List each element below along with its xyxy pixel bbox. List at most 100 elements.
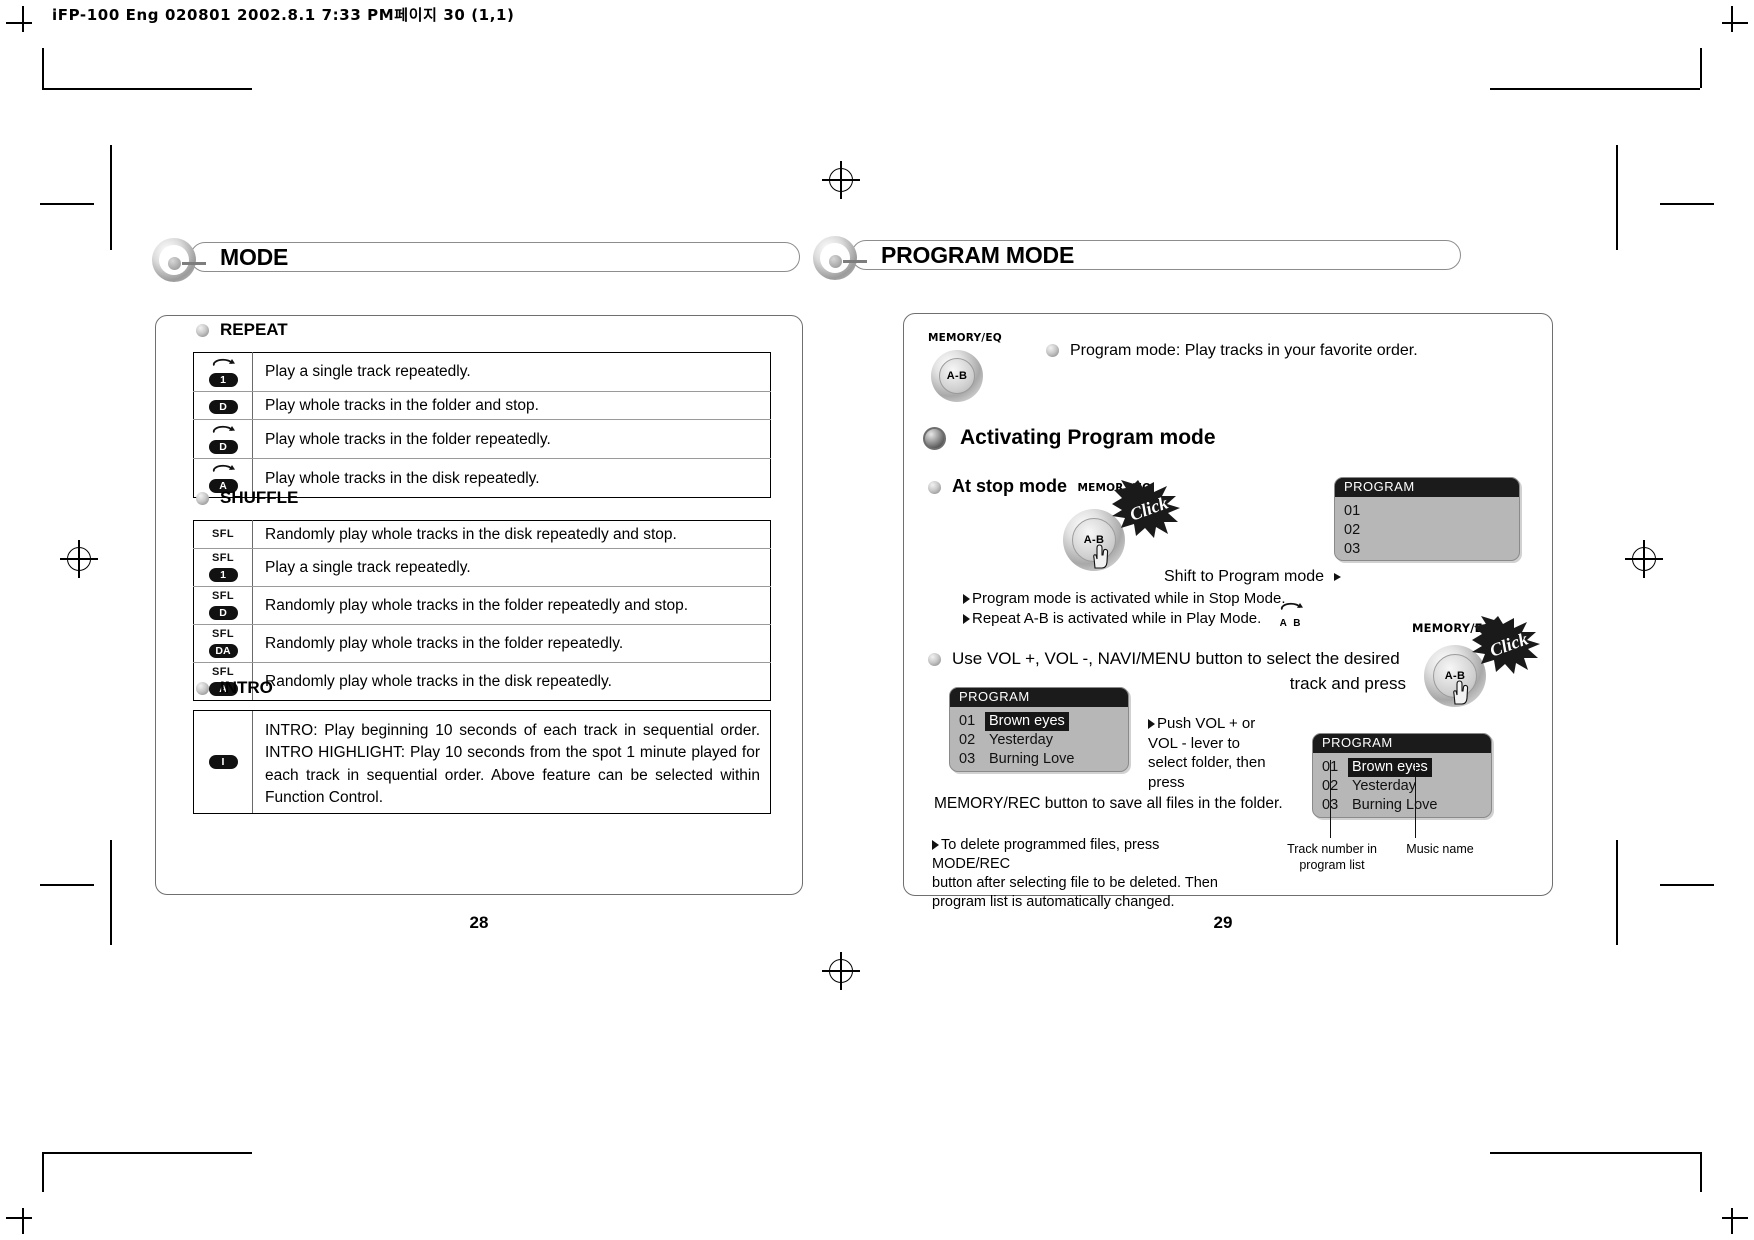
- registration-mark-bottom: [822, 952, 860, 990]
- activating-program-mode-heading: Activating Program mode: [923, 424, 1216, 452]
- repeat-desc-2: Play whole tracks in the folder and stop…: [252, 390, 771, 421]
- shift-to-program-mode: Shift to Program mode: [1164, 566, 1341, 588]
- right-section-header: PROGRAM MODE: [813, 236, 1461, 280]
- shuffle-icon-cell: SFL DA: [193, 624, 253, 664]
- shuffle-sfl-label: SFL: [212, 590, 234, 603]
- hand-cursor-icon-2: [1450, 680, 1470, 706]
- ab-loop-label: A B: [1279, 618, 1303, 629]
- intro-bullet-icon: [196, 682, 209, 696]
- program-display-empty: PROGRAM 01 02 03: [1334, 477, 1520, 561]
- center-rule-right: [1660, 203, 1714, 205]
- shuffle-badge-d: D: [208, 606, 238, 621]
- page-title-program-mode: PROGRAM MODE: [875, 242, 1081, 269]
- program-intro-bullet-icon: [1046, 344, 1059, 358]
- push-vol-note-text: Push VOL + or VOL - lever to select fold…: [1148, 715, 1266, 791]
- note-triangle-icon: [963, 614, 970, 624]
- registration-mark-left: [60, 540, 98, 578]
- repeat-icon-cell: D: [193, 419, 253, 460]
- shuffle-badge-da: DA: [208, 644, 238, 659]
- page-number-left: 28: [469, 913, 489, 932]
- trim-line-bot-left: [42, 1152, 44, 1192]
- push-vol-note: Push VOL + or VOL - lever to select fold…: [1148, 714, 1270, 792]
- note-2-text: Repeat A-B is activated while in Play Mo…: [972, 610, 1262, 627]
- left-section-header: MODE: [152, 238, 800, 282]
- table-row: SFL A Randomly play whole tracks in the …: [193, 662, 771, 702]
- shuffle-sfl-label: SFL: [212, 628, 234, 641]
- push-vol-triangle-icon: [1148, 719, 1155, 729]
- table-row: D Play whole tracks in the folder and st…: [193, 390, 771, 421]
- shuffle-desc-4: Randomly play whole tracks in the folder…: [252, 624, 771, 664]
- side-rule-left-top: [110, 145, 112, 250]
- center-rule-left-b: [40, 884, 94, 886]
- shuffle-icon-cell: SFL D: [193, 586, 253, 626]
- table-row: 1 Play a single track repeatedly.: [193, 352, 771, 392]
- shuffle-icon-cell: SFL 1: [193, 548, 253, 588]
- click-starburst-2: Click: [1472, 616, 1546, 674]
- registration-mark-top: [822, 161, 860, 199]
- program-note-1: Program mode is activated while in Stop …: [963, 589, 1285, 609]
- shift-label: Shift to Program mode: [1164, 568, 1325, 585]
- crop-mark-tl-v: [22, 6, 24, 32]
- shuffle-bullet-icon: [196, 492, 209, 506]
- shuffle-desc-2: Play a single track repeatedly.: [252, 548, 771, 588]
- activating-heading-label: Activating Program mode: [960, 426, 1216, 449]
- list-item: 03Burning Love: [959, 750, 1128, 769]
- callout-track-number-line-1: Track number in: [1287, 842, 1377, 856]
- callout-track-number: Track number in program list: [1272, 842, 1392, 873]
- repeat-desc-1: Play a single track repeatedly.: [252, 352, 771, 392]
- page-number-right: 29: [1213, 913, 1233, 932]
- delete-note-line-3: program list is automatically changed.: [932, 894, 1175, 911]
- program-display-left-rows: 01 Brown eyes 02 Yesterday 03 Burning Love: [950, 707, 1128, 771]
- intro-badge-i: I: [208, 755, 238, 769]
- page-title-mode: MODE: [214, 244, 295, 271]
- shuffle-icon-cell: SFL: [193, 519, 253, 550]
- program-display-left-header: PROGRAM: [950, 688, 1128, 707]
- crop-mark-bl-v: [22, 1208, 24, 1234]
- use-vol-line-1: Use VOL +, VOL -, NAVI/MENU button to se…: [952, 649, 1400, 668]
- side-rule-left-bottom: [110, 840, 112, 945]
- repeat-loop-icon: [210, 423, 236, 436]
- list-item: 02 Yesterday: [959, 731, 1128, 750]
- table-row: SFL D Randomly play whole tracks in the …: [193, 586, 771, 626]
- center-rule-right-b: [1660, 884, 1714, 886]
- program-display-empty-header: PROGRAM: [1335, 478, 1519, 497]
- program-display-empty-title: PROGRAM: [1344, 479, 1421, 494]
- track-number: 02: [1344, 522, 1361, 538]
- list-item: 03Burning Love: [1322, 796, 1491, 815]
- center-rule-left: [40, 203, 94, 205]
- table-row: SFL DA Randomly play whole tracks in the…: [193, 624, 771, 664]
- memory-rec-note: MEMORY/REC button to save all files in t…: [934, 795, 1283, 812]
- track-name: Brown eyes: [1348, 758, 1432, 777]
- shuffle-desc-3: Randomly play whole tracks in the folder…: [252, 586, 771, 626]
- repeat-icon-cell: D: [193, 390, 253, 421]
- repeat-bullet-icon: [196, 324, 209, 338]
- shift-arrow-icon: [1333, 572, 1341, 581]
- ab-loop-icon: A B: [1272, 600, 1310, 630]
- track-name: Burning Love: [1352, 797, 1438, 813]
- crop-mark-bl-h: [6, 1217, 32, 1219]
- repeat-desc-3: Play whole tracks in the folder repeated…: [252, 419, 771, 460]
- hand-cursor-icon-1: [1090, 544, 1110, 570]
- callout-line-track-number: [1330, 760, 1332, 838]
- program-display-right-title: PROGRAM: [1322, 735, 1399, 750]
- trim-line-bot-right: [1700, 1152, 1702, 1192]
- repeat-loop-icon: [210, 462, 236, 475]
- intro-heading: INTRO: [196, 678, 273, 698]
- crop-mark-tr-h: [1722, 22, 1748, 24]
- program-display-right-rows: 01Brown eyes 02Yesterday 03Burning Love: [1313, 753, 1491, 817]
- repeat-badge-1: 1: [208, 373, 238, 387]
- trim-line-top-right: [1700, 48, 1702, 88]
- note-1-text: Program mode is activated while in Stop …: [972, 590, 1286, 607]
- track-number: 01: [1344, 503, 1361, 519]
- trim-line-top-right-h: [1490, 88, 1700, 90]
- delete-note-triangle-icon: [932, 840, 939, 850]
- ab-button-top[interactable]: A-B: [931, 350, 983, 402]
- delete-note-line-1: To delete programmed files, press MODE/R…: [932, 837, 1160, 873]
- repeat-desc-4: Play whole tracks in the disk repeatedly…: [252, 458, 771, 499]
- table-row: D Play whole tracks in the folder repeat…: [193, 419, 771, 460]
- track-number: 03: [1322, 796, 1348, 815]
- program-display-right: PROGRAM 01Brown eyes 02Yesterday 03Burni…: [1312, 733, 1492, 818]
- intro-text: INTRO: Play beginning 10 seconds of each…: [265, 722, 760, 807]
- track-name: Yesterday: [989, 732, 1053, 748]
- crop-mark-br-v: [1731, 1208, 1733, 1234]
